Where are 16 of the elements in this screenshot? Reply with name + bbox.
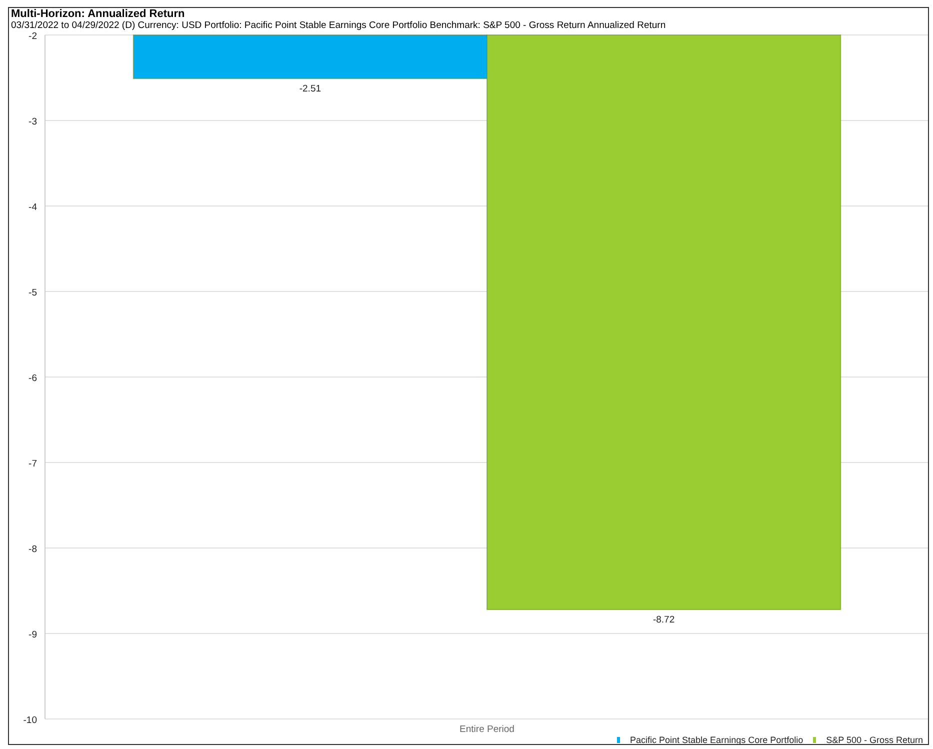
chart-title: Multi-Horizon: Annualized Return (11, 8, 186, 20)
data-label: -8.72 (652, 614, 675, 626)
y-tick-label: -7 (28, 458, 37, 470)
chart-subtitle: 03/31/2022 to 04/29/2022 (D) Currency: USD Portfolio: Pacific Point Stable Earnings Core Portfolio Benchmark: S&P 500 - Gross Return Annualized Return (11, 20, 667, 32)
y-tick-label: -4 (28, 202, 37, 213)
x-category-label: Entire Period (460, 724, 514, 734)
legend-label: Pacific Point Stable Earnings Core Portfolio (630, 734, 804, 744)
y-tick-label: -9 (28, 630, 37, 640)
y-tick-label: -3 (28, 116, 37, 128)
y-tick-label: -8 (28, 544, 37, 555)
data-label: -2.51 (299, 84, 322, 95)
legend-label: S&P 500 - Gross Return (826, 734, 923, 744)
y-tick-label: -5 (28, 288, 37, 298)
y-tick-label: -6 (28, 373, 37, 384)
y-tick-label: -10 (23, 715, 37, 726)
y-tick-label: -2 (28, 31, 37, 42)
